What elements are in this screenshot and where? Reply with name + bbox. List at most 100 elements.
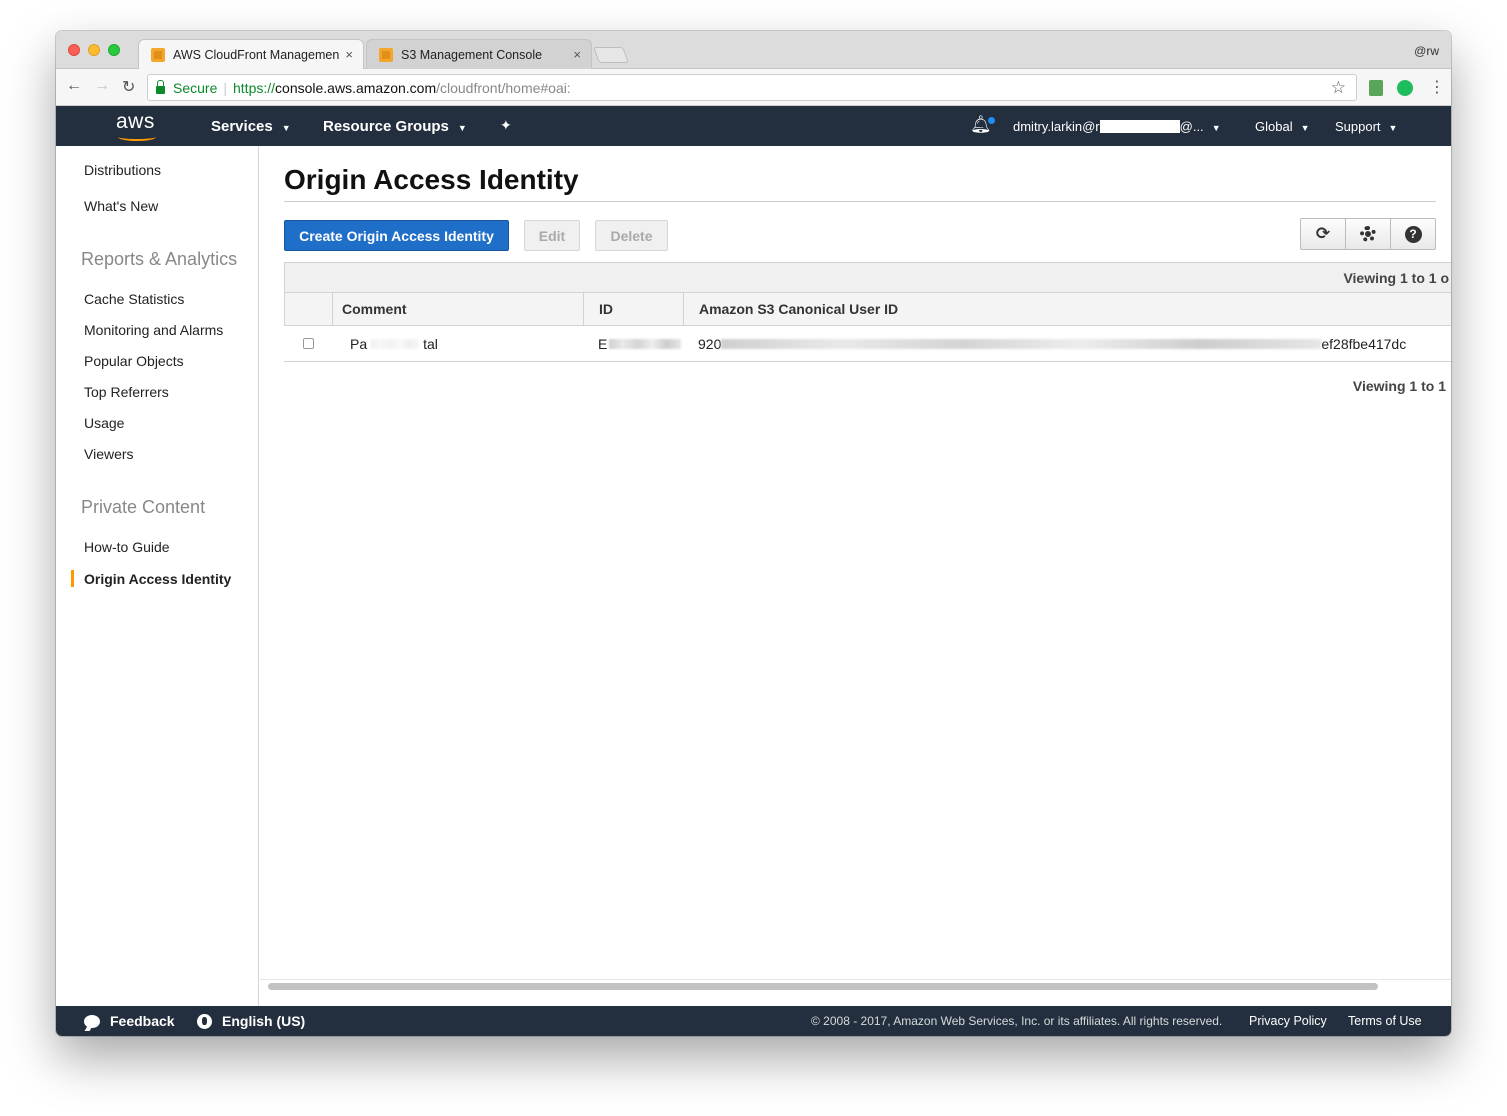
redacted-blur	[609, 338, 682, 349]
sidebar-item-distributions[interactable]: Distributions	[84, 162, 161, 178]
sidebar-item-how-to-guide[interactable]: How-to Guide	[84, 539, 170, 555]
resource-groups-label: Resource Groups	[323, 118, 449, 135]
sidebar-item-popular-objects[interactable]: Popular Objects	[84, 353, 184, 369]
feedback-link[interactable]: Feedback	[84, 1013, 175, 1029]
gear-icon	[1360, 226, 1376, 242]
edit-button[interactable]: Edit	[524, 220, 580, 251]
sidebar-heading-reports: Reports & Analytics	[81, 249, 238, 269]
address-bar[interactable]: Secure | https:// console.aws.amazon.com…	[147, 74, 1357, 101]
language-selector[interactable]: English (US)	[197, 1013, 305, 1029]
footer: Feedback English (US) © 2008 - 2017, Ama…	[56, 1006, 1451, 1036]
new-tab-button[interactable]	[593, 47, 629, 63]
canonical-id-cell: 920 ef28fbe417dc	[683, 326, 1451, 361]
close-tab-icon[interactable]: ×	[345, 47, 353, 62]
chevron-down-icon: ▼	[1300, 123, 1310, 133]
redacted-blur	[371, 338, 420, 349]
redacted-block	[1099, 120, 1180, 133]
chevron-down-icon: ▼	[281, 123, 291, 133]
comment-start: Pa	[350, 335, 368, 352]
forward-arrow-icon[interactable]: →	[94, 77, 110, 95]
notification-dot	[988, 117, 995, 124]
sidebar-item-monitoring[interactable]: Monitoring and Alarms	[84, 322, 223, 338]
settings-button[interactable]	[1346, 219, 1391, 249]
resource-groups-menu[interactable]: Resource Groups ▼	[323, 118, 467, 135]
refresh-icon[interactable]: ⟳	[1301, 219, 1346, 249]
browser-toolbar: ← → ↻ Secure | https:// console.aws.amaz…	[56, 69, 1451, 106]
table-tools: ⟳ ?	[1300, 218, 1436, 250]
main-content: Origin Access Identity Create Origin Acc…	[260, 146, 1451, 1006]
account-menu[interactable]: dmitry.larkin@r @... ▼	[1013, 119, 1221, 134]
tab-bar: AWS CloudFront Management × S3 Managemen…	[56, 31, 1451, 69]
column-header-comment[interactable]: Comment	[333, 293, 584, 325]
sidebar-item-top-referrers[interactable]: Top Referrers	[84, 384, 169, 400]
sidebar-item-viewers[interactable]: Viewers	[84, 446, 134, 462]
row-checkbox[interactable]	[302, 338, 314, 349]
aws-top-nav: aws Services ▼ Resource Groups ▼ ✦ 🔔︎ dmit…	[56, 106, 1451, 146]
services-label: Services	[211, 118, 273, 135]
aws-box-icon	[151, 47, 165, 62]
table-row[interactable]: Pa tal E 920 ef28fbe417dc	[284, 326, 1451, 362]
zoom-window-button[interactable]	[108, 44, 120, 56]
chevron-down-icon: ▼	[1388, 123, 1398, 133]
column-header-id[interactable]: ID	[584, 293, 684, 325]
minimize-window-button[interactable]	[88, 44, 100, 56]
bookmark-star-icon[interactable]: ☆	[1331, 78, 1346, 98]
horizontal-scrollbar[interactable]	[268, 983, 1378, 990]
browser-window: AWS CloudFront Management × S3 Managemen…	[56, 31, 1451, 1036]
aws-box-icon	[379, 47, 393, 62]
pin-icon[interactable]: ✦	[500, 117, 512, 134]
url-host: console.aws.amazon.com	[275, 79, 437, 96]
column-header-canonical-id[interactable]: Amazon S3 Canonical User ID	[684, 293, 1451, 325]
extension-green-icon[interactable]	[1397, 80, 1413, 96]
close-tab-icon[interactable]: ×	[573, 47, 581, 62]
url-separator: |	[223, 79, 227, 96]
back-arrow-icon[interactable]: ←	[66, 77, 82, 95]
divider	[284, 201, 1436, 202]
chevron-down-icon: ▼	[1211, 123, 1221, 133]
sidebar-item-whats-new[interactable]: What's New	[84, 198, 158, 214]
sidebar-heading-private: Private Content	[81, 497, 206, 517]
header-select-cell	[285, 293, 333, 325]
profile-label[interactable]: @rw	[1414, 44, 1439, 58]
extension-icon[interactable]	[1369, 80, 1383, 96]
pagination-bottom: Viewing 1 to 1	[1352, 378, 1446, 394]
reload-icon[interactable]: ↻	[122, 77, 135, 97]
row-select-cell	[284, 326, 332, 361]
delete-button[interactable]: Delete	[595, 220, 668, 251]
region-menu[interactable]: Global ▼	[1255, 119, 1310, 134]
tab-title: AWS CloudFront Management	[173, 47, 340, 62]
feedback-label: Feedback	[110, 1013, 175, 1029]
menu-kebab-icon[interactable]: ⋮	[1429, 77, 1445, 97]
url-protocol: https://	[233, 79, 276, 96]
create-oai-button[interactable]: Create Origin Access Identity	[284, 220, 509, 251]
scroll-track	[260, 979, 1451, 980]
chevron-down-icon: ▼	[457, 123, 467, 133]
aws-logo[interactable]: aws	[116, 110, 155, 134]
comment-cell: Pa tal	[332, 326, 583, 361]
account-prefix: dmitry.larkin@r	[1013, 119, 1100, 134]
support-menu[interactable]: Support ▼	[1335, 119, 1397, 134]
globe-icon	[197, 1013, 212, 1029]
sidebar-item-usage[interactable]: Usage	[84, 415, 124, 431]
support-label: Support	[1335, 119, 1381, 134]
copyright-text: © 2008 - 2017, Amazon Web Services, Inc.…	[811, 1014, 1223, 1028]
terms-of-use-link[interactable]: Terms of Use	[1348, 1014, 1422, 1028]
canonical-start: 920	[698, 335, 722, 352]
sidebar-item-origin-access-identity[interactable]: Origin Access Identity	[84, 571, 231, 587]
pagination-top: Viewing 1 to 1 o	[284, 262, 1451, 292]
region-label: Global	[1255, 119, 1293, 134]
language-label: English (US)	[222, 1013, 306, 1029]
services-menu[interactable]: Services ▼	[211, 118, 291, 135]
sidebar-item-cache-statistics[interactable]: Cache Statistics	[84, 291, 184, 307]
oai-table: Viewing 1 to 1 o Comment ID Amazon S3 Ca…	[284, 262, 1451, 362]
account-suffix: @...	[1179, 119, 1204, 134]
url-path: /cloudfront/home#oai:	[436, 79, 571, 96]
help-button[interactable]: ?	[1391, 219, 1435, 249]
close-window-button[interactable]	[68, 44, 80, 56]
privacy-policy-link[interactable]: Privacy Policy	[1249, 1014, 1327, 1028]
question-circle-icon: ?	[1404, 225, 1422, 243]
tab-s3[interactable]: S3 Management Console ×	[366, 39, 592, 69]
sidebar: Distributions What's New Reports & Analy…	[56, 146, 259, 1006]
tab-cloudfront[interactable]: AWS CloudFront Management ×	[138, 39, 364, 69]
tab-title: S3 Management Console	[401, 47, 543, 62]
